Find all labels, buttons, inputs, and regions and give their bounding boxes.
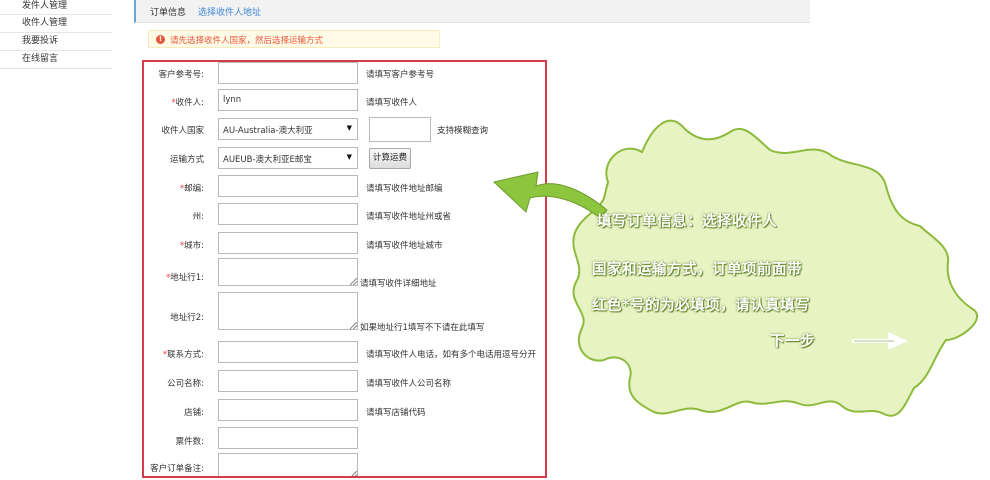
callout-line-4: 下一步 <box>770 333 815 350</box>
tutorial-callout <box>492 119 978 417</box>
callout-line-1: 填写订单信息：选择收件人 <box>597 213 777 230</box>
callout-line-3: 红色*号的为必填项，请认真填写 <box>592 297 811 314</box>
callout-arrow-icon <box>492 171 608 219</box>
next-arrow-icon <box>852 332 908 350</box>
callout-line-2: 国家和运输方式，订单项前面带 <box>592 261 802 278</box>
